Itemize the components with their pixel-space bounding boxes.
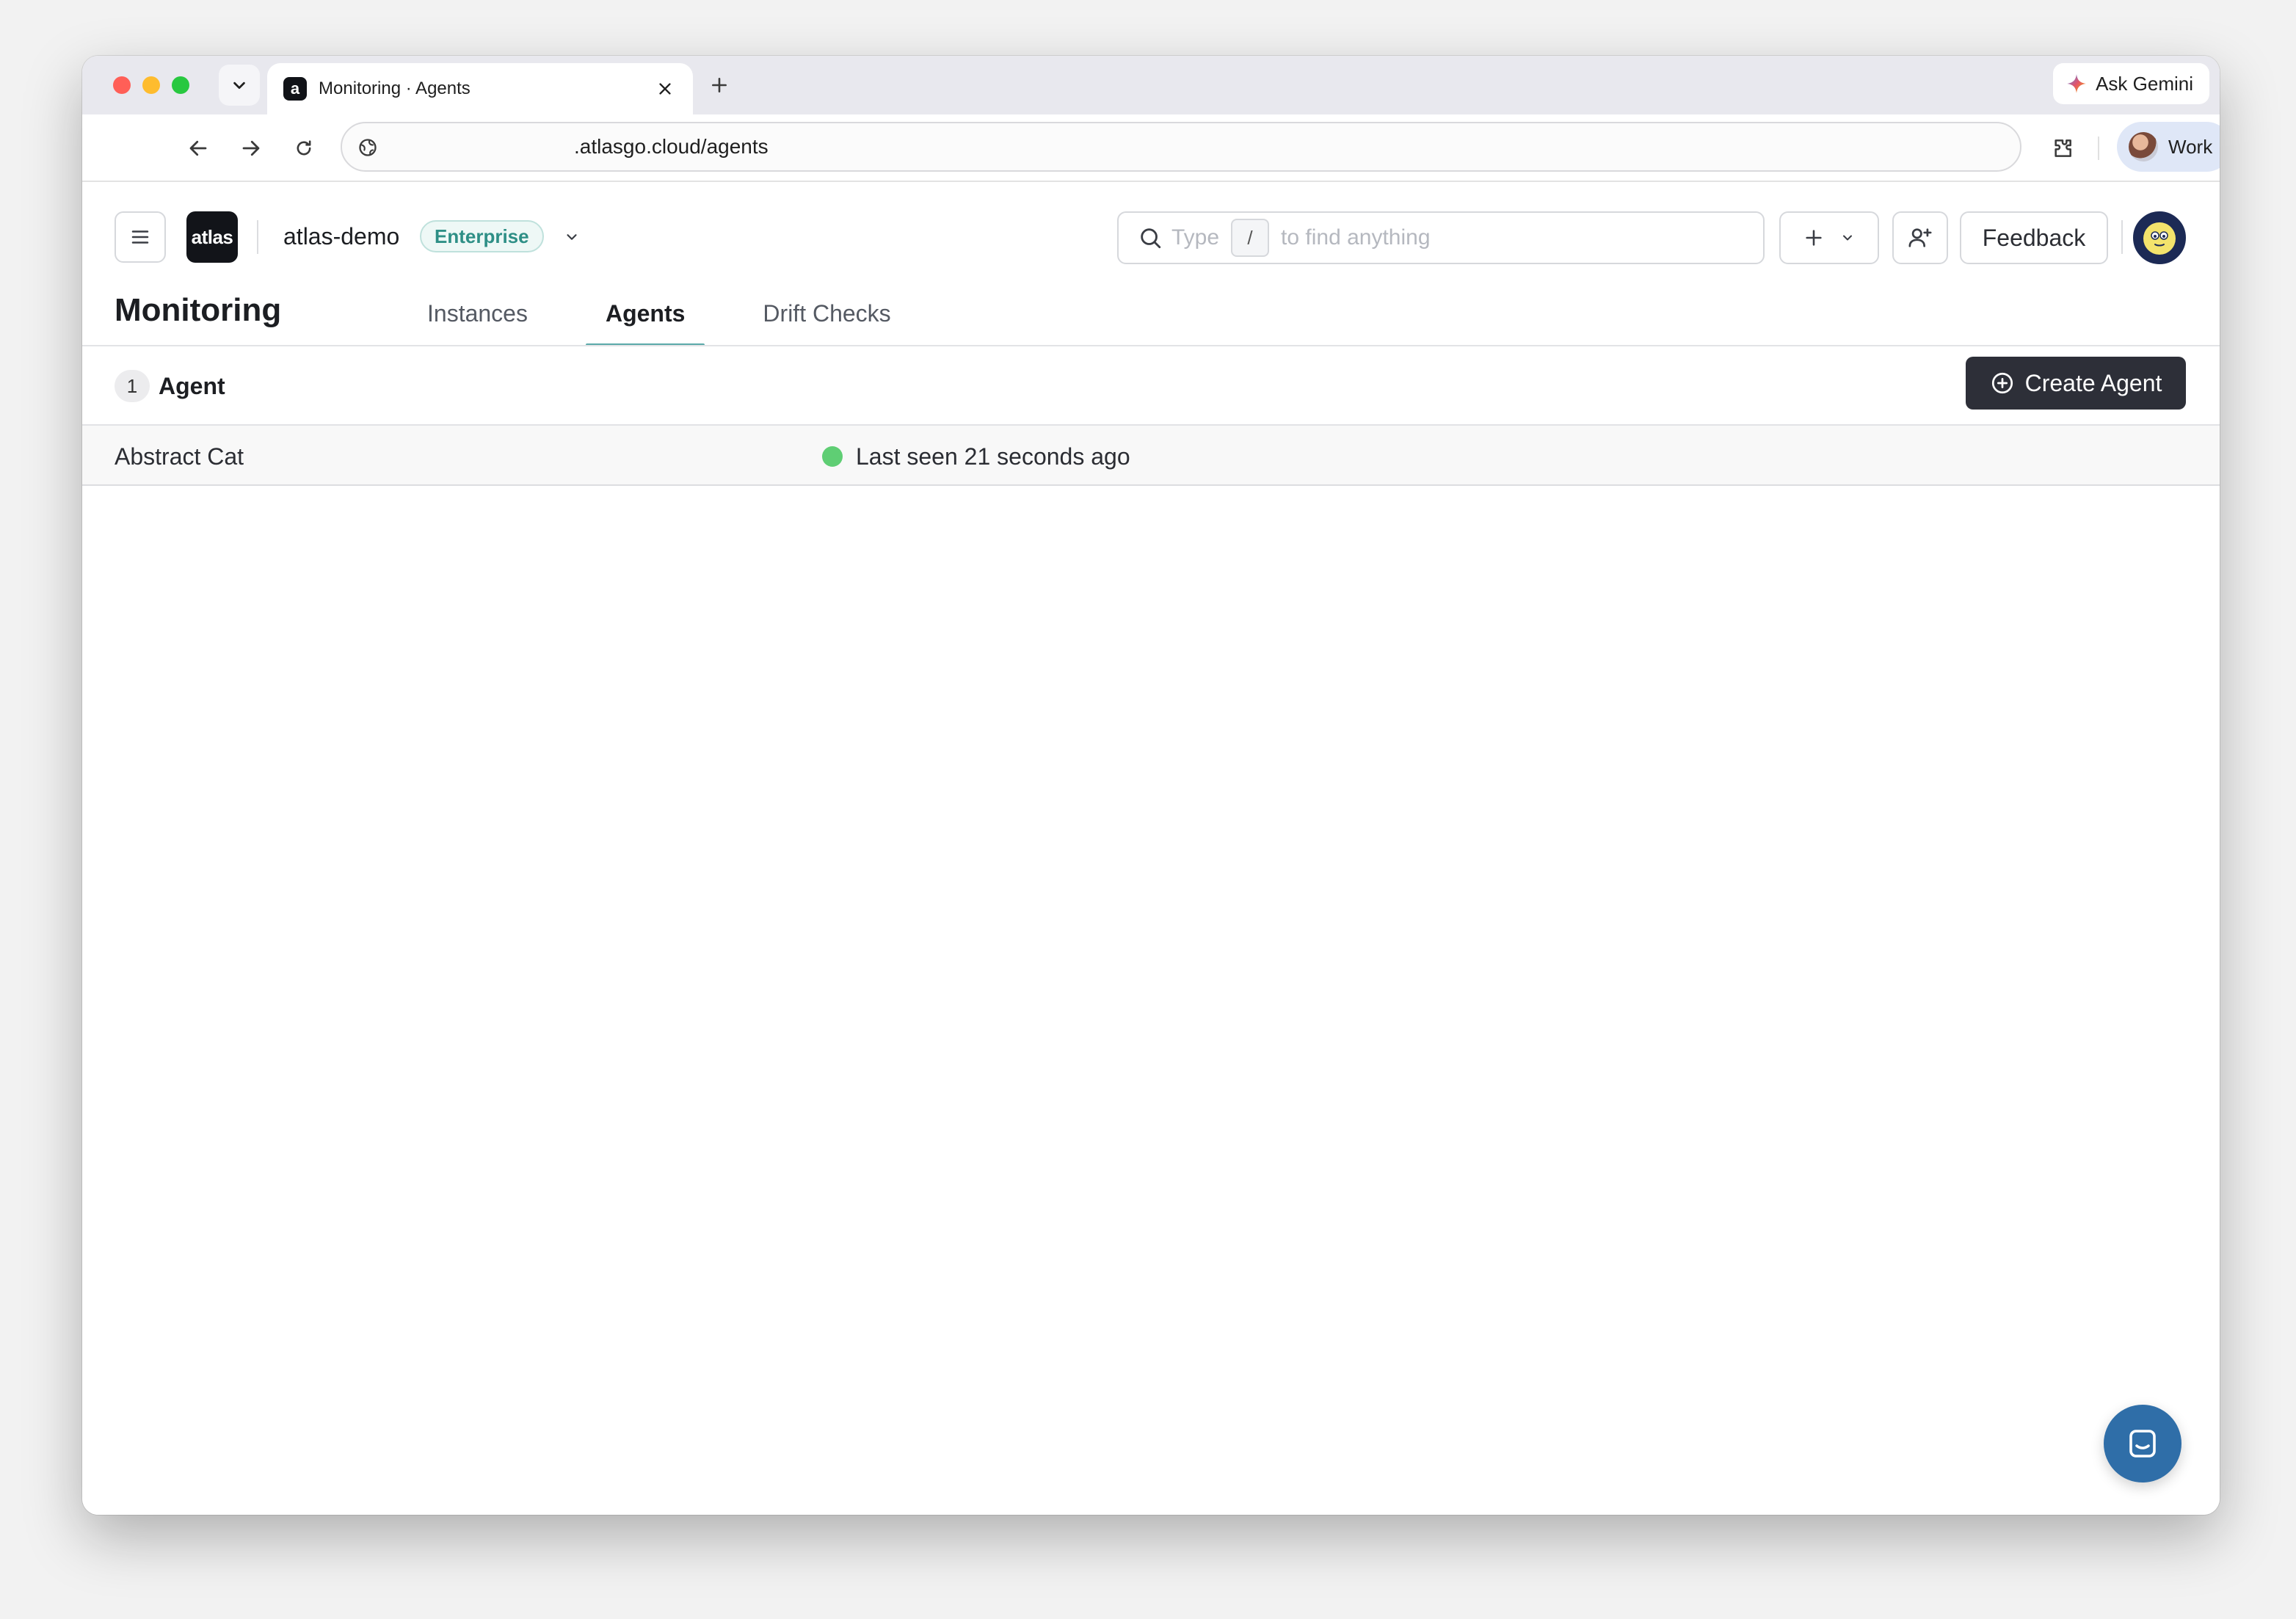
tabs-divider (82, 345, 2220, 346)
globe-icon (359, 139, 377, 156)
header-divider (257, 220, 258, 254)
plus-icon (712, 78, 727, 92)
chevron-down-icon (567, 234, 577, 240)
maximize-window-button[interactable] (172, 76, 189, 94)
user-avatar[interactable] (2133, 211, 2186, 264)
plan-badge: Enterprise (420, 220, 544, 252)
status-indicator (822, 446, 843, 467)
new-tab-button[interactable] (705, 70, 734, 100)
atlas-logo[interactable]: atlas (186, 211, 238, 263)
reload-icon (297, 140, 311, 156)
add-menu-button[interactable] (1779, 211, 1879, 264)
url-text: .atlasgo.cloud/agents (574, 135, 769, 158)
plus-circle-icon (1991, 372, 2013, 394)
tab-drift-checks[interactable]: Drift Checks (743, 283, 910, 343)
ask-gemini-button[interactable]: Ask Gemini (2053, 63, 2209, 104)
global-search-input[interactable]: Type / to find anything (1117, 211, 1765, 264)
tab-search-button[interactable] (219, 65, 260, 106)
menu-icon (131, 230, 149, 244)
monitoring-tabs: Instances Agents Drift Checks (405, 283, 949, 346)
create-agent-label: Create Agent (2024, 369, 2162, 396)
agent-count-label: Agent (159, 373, 225, 399)
header-divider (2121, 220, 2123, 254)
close-window-button[interactable] (113, 76, 131, 94)
profile-avatar (2129, 132, 2158, 161)
browser-tab[interactable]: a Monitoring · Agents (267, 63, 693, 114)
browser-window: a Monitoring · Agents Ask Gemini .atlasg… (82, 56, 2220, 1515)
tab-close-button[interactable] (653, 77, 677, 101)
puzzle-icon (2055, 139, 2071, 157)
org-name[interactable]: atlas-demo (283, 223, 399, 250)
extensions-button[interactable] (2046, 132, 2079, 164)
plus-icon (1806, 230, 1822, 246)
search-icon (1141, 228, 1161, 249)
gemini-spark-icon (2067, 74, 2086, 93)
chat-icon (2129, 1430, 2156, 1458)
profile-label: Work (2168, 135, 2213, 158)
agent-count-badge: 1 (115, 370, 150, 402)
agent-last-seen: Last seen 21 seconds ago (856, 443, 1130, 470)
user-plus-icon (1908, 228, 1932, 247)
arrow-right-icon (242, 140, 260, 156)
toolbar-divider (2098, 137, 2099, 160)
feedback-button[interactable]: Feedback (1960, 211, 2108, 264)
back-button[interactable] (182, 132, 214, 164)
chat-launcher-button[interactable] (2104, 1405, 2181, 1482)
search-shortcut-key: / (1231, 219, 1270, 257)
tab-agents[interactable]: Agents (585, 283, 705, 346)
address-bar[interactable]: .atlasgo.cloud/agents (341, 122, 2021, 172)
tab-favicon: a (283, 77, 307, 101)
site-info-button[interactable] (355, 135, 380, 160)
page-title: Monitoring (115, 292, 282, 328)
sidebar-toggle-button[interactable] (115, 211, 166, 263)
minimize-window-button[interactable] (142, 76, 160, 94)
browser-toolbar: .atlasgo.cloud/agents Work (82, 114, 2220, 182)
app-content: atlas atlas-demo Enterprise Type / to fi… (82, 182, 2220, 1515)
chevron-down-icon (233, 81, 245, 90)
tab-title: Monitoring · Agents (319, 79, 471, 98)
avatar-face-icon (2135, 214, 2184, 262)
chevron-down-icon (1843, 235, 1852, 241)
tab-instances[interactable]: Instances (405, 283, 548, 343)
forward-button[interactable] (235, 132, 267, 164)
arrow-left-icon (189, 140, 207, 156)
invite-user-button[interactable] (1892, 211, 1948, 264)
profile-button[interactable]: Work (2117, 122, 2220, 172)
search-placeholder-prefix: Type (1171, 225, 1220, 250)
create-agent-button[interactable]: Create Agent (1966, 357, 2186, 410)
table-row[interactable]: Abstract Cat Last seen 21 seconds ago (82, 426, 2220, 486)
agent-name[interactable]: Abstract Cat (115, 443, 244, 470)
reload-button[interactable] (288, 132, 320, 164)
tab-strip: a Monitoring · Agents Ask Gemini (82, 56, 2220, 114)
close-icon (659, 83, 671, 95)
org-switcher-button[interactable] (559, 225, 584, 250)
ask-gemini-label: Ask Gemini (2096, 72, 2193, 95)
search-placeholder-suffix: to find anything (1281, 225, 1431, 250)
